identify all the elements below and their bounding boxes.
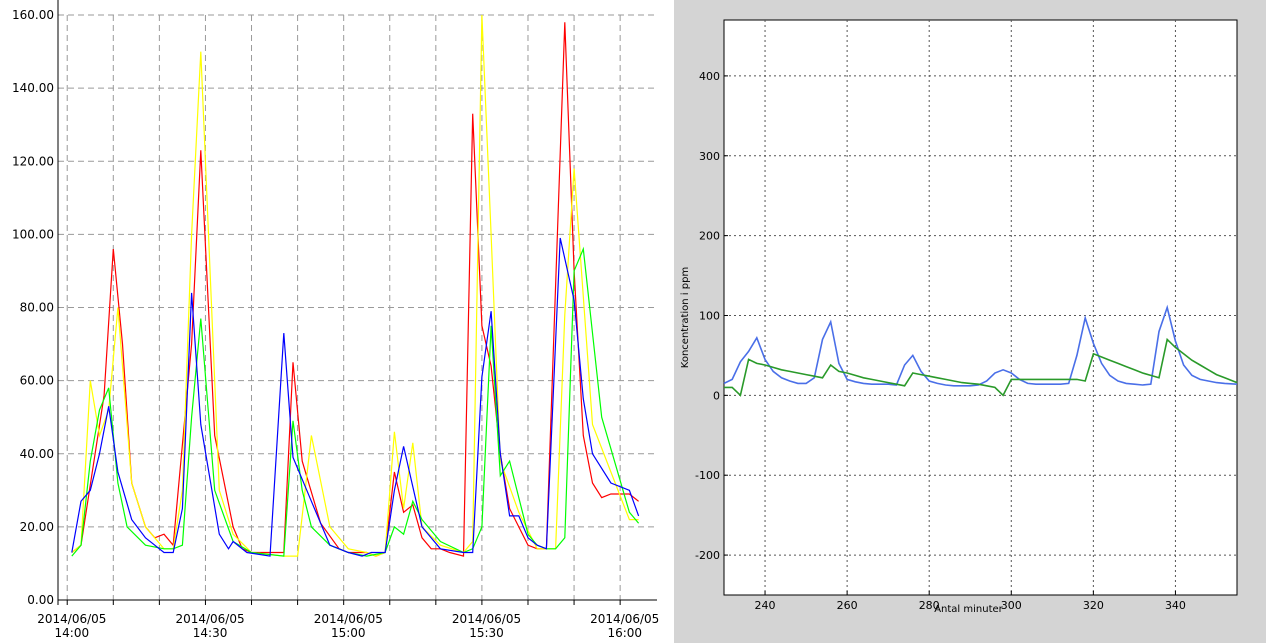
y-tick-label: 160.00: [12, 8, 54, 22]
series-line: [71, 237, 640, 557]
series-line: [71, 246, 640, 557]
x-tick-label-date: 2014/06/05: [452, 612, 521, 626]
y-tick-label: 0: [713, 389, 720, 402]
x-tick-label-date: 2014/06/05: [590, 612, 659, 626]
left-chart-panel: 0.00 20.00 40.00 60.00 80.00 100.00 120.00 140.…: [0, 0, 670, 643]
y-tick-label: 80.00: [20, 301, 54, 315]
x-tick-label-date: 2014/06/05: [37, 612, 106, 626]
x-tick-label-date: 2014/06/05: [314, 612, 383, 626]
y-tick-label: -200: [695, 549, 720, 562]
right-line-chart: 240 260 280 300 320 340-200-1000100200300400A…: [680, 19, 1238, 615]
left-line-chart: 0.00 20.00 40.00 60.00 80.00 100.00 120.00 140.…: [12, 0, 659, 640]
y-tick-label: 60.00: [20, 374, 54, 388]
x-tick-label: 240: [755, 599, 776, 612]
y-axis-label: Koncentration i ppm: [680, 267, 691, 368]
series-line: [71, 22, 639, 557]
x-tick-label-time: 16:00: [607, 626, 642, 640]
y-tick-label: -100: [695, 469, 720, 482]
y-tick-label: 40.00: [20, 447, 54, 461]
y-tick-label: 400: [699, 70, 720, 83]
x-tick-label: 300: [1001, 599, 1022, 612]
y-tick-label: 100: [699, 309, 720, 322]
x-tick-label-time: 15:00: [331, 626, 366, 640]
x-tick-label-time: 14:30: [193, 626, 228, 640]
right-chart-panel: 240 260 280 300 320 340 -200 -100 0 100 200 300 400 A…: [674, 0, 1266, 643]
x-tick-label: 260: [837, 599, 858, 612]
x-tick-label-time: 14:00: [55, 626, 90, 640]
x-tick-label: 340: [1165, 599, 1186, 612]
y-tick-label: 300: [699, 150, 720, 163]
x-axis-label: Antal minuter: [934, 604, 1003, 615]
y-tick-label: 120.00: [12, 154, 54, 168]
x-tick-label-time: 15:30: [469, 626, 504, 640]
y-tick-label: 0.00: [27, 593, 54, 607]
y-tick-label: 100.00: [12, 227, 54, 241]
x-tick-label-date: 2014/06/05: [175, 612, 244, 626]
y-tick-label: 20.00: [20, 520, 54, 534]
y-tick-label: 140.00: [12, 81, 54, 95]
plot-area: [723, 19, 1238, 596]
y-tick-label: 200: [699, 230, 720, 243]
series-line: [71, 14, 639, 557]
x-tick-label: 320: [1083, 599, 1104, 612]
